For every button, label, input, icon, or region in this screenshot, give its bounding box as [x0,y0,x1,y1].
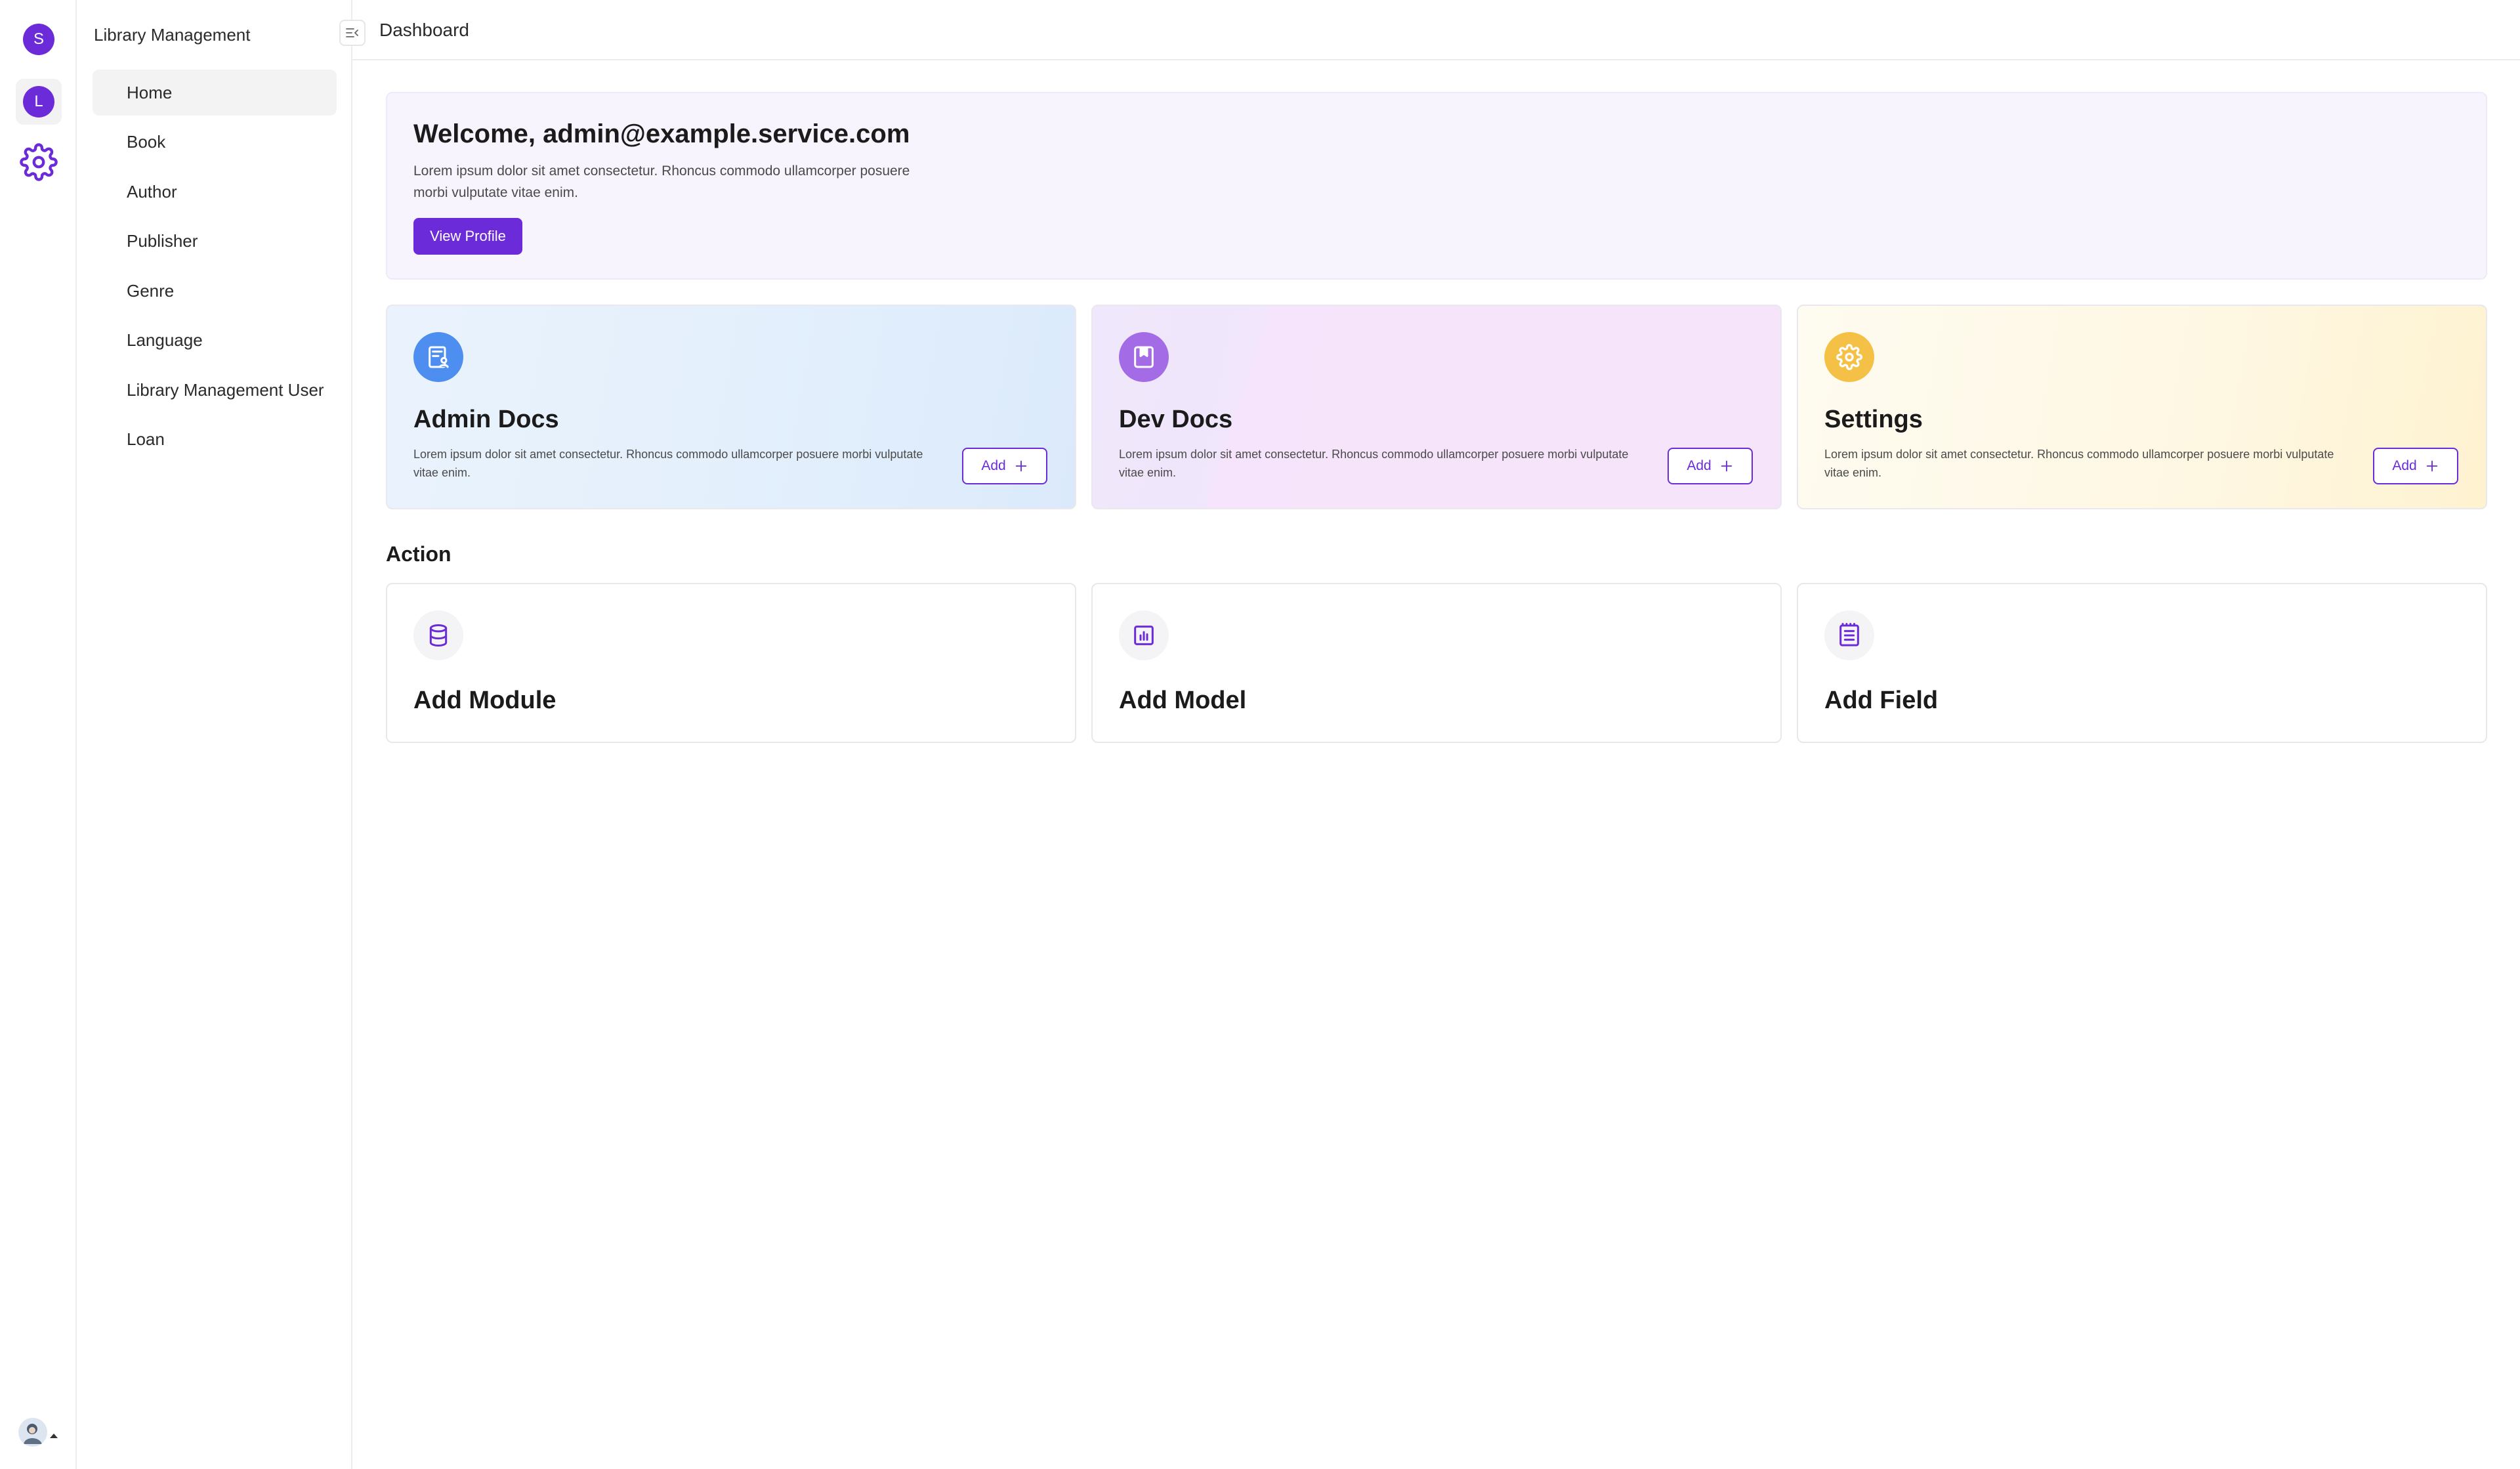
sidebar-item-library-management-user[interactable]: Library Management User [93,367,337,413]
card-description: Lorem ipsum dolor sit amet consectetur. … [1119,448,1629,479]
add-button-label: Add [981,458,1006,473]
card-description: Lorem ipsum dolor sit amet consectetur. … [413,448,923,479]
add-model-card[interactable]: Add Model [1091,583,1782,743]
app-avatar[interactable]: L [23,86,54,117]
workspace-avatar[interactable]: S [23,24,54,55]
sidebar-item-home[interactable]: Home [93,70,337,116]
plus-icon [1721,460,1732,472]
action-card-title: Add Model [1119,687,1247,714]
view-profile-button[interactable]: View Profile [413,218,522,255]
sidebar-item-loan[interactable]: Loan [93,417,337,463]
welcome-description: Lorem ipsum dolor sit amet consectetur. … [413,163,910,200]
sidebar-item-genre[interactable]: Genre [93,268,337,314]
add-button-label: Add [2392,458,2417,473]
list-icon [1824,610,1874,660]
settings-add-button[interactable]: Add [2373,448,2458,484]
add-button-label: Add [1687,458,1712,473]
database-icon [413,610,463,660]
sidebar-nav: Home Book Author Publisher Genre Languag… [93,70,337,466]
bookmark-icon [1119,332,1169,382]
top-bar: Dashboard [352,0,2520,60]
welcome-heading: Welcome, admin@example.service.com [413,119,910,148]
app-title: Library Management [94,25,251,45]
document-user-icon [413,332,463,382]
gear-icon [1824,332,1874,382]
dev-docs-add-button[interactable]: Add [1668,448,1753,484]
sidebar-item-language[interactable]: Language [93,318,337,364]
card-title: Settings [1824,406,1923,433]
card-description: Lorem ipsum dolor sit amet consectetur. … [1824,448,2334,479]
add-field-card[interactable]: Add Field [1797,583,2487,743]
card-title: Dev Docs [1119,406,1233,433]
card-title: Admin Docs [413,406,559,433]
page-title: Dashboard [379,20,469,40]
welcome-banner: Welcome, admin@example.service.com Lorem… [386,92,2487,280]
gear-icon[interactable] [20,143,58,181]
settings-card: Settings Lorem ipsum dolor sit amet cons… [1797,305,2487,509]
user-avatar-icon[interactable] [18,1418,47,1447]
action-section-title: Action [386,542,452,566]
action-card-title: Add Module [413,687,556,714]
sidebar: Library Management Home Book Author Publ… [77,0,366,1469]
add-module-card[interactable]: Add Module [386,583,1076,743]
chart-icon [1119,610,1169,660]
plus-icon [1015,460,1026,472]
admin-docs-add-button[interactable]: Add [962,448,1047,484]
admin-docs-card: Admin Docs Lorem ipsum dolor sit amet co… [386,305,1076,509]
plus-icon [2426,460,2437,472]
sidebar-item-book[interactable]: Book [93,119,337,165]
action-card-title: Add Field [1824,687,1939,714]
caret-up-icon[interactable] [50,1434,58,1438]
icon-rail: S L [0,0,77,1469]
sidebar-item-author[interactable]: Author [93,169,337,215]
sidebar-item-publisher[interactable]: Publisher [93,219,337,265]
dev-docs-card: Dev Docs Lorem ipsum dolor sit amet cons… [1091,305,1782,509]
